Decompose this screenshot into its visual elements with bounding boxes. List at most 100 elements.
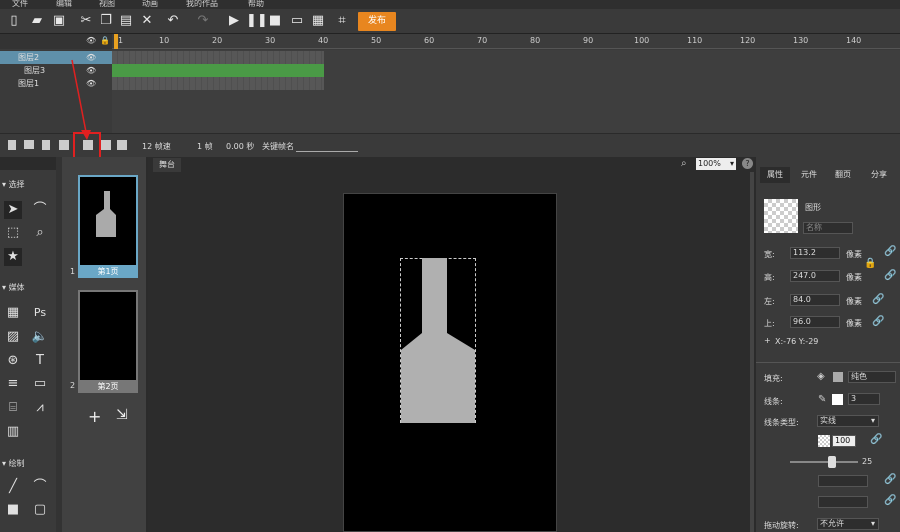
new-file-icon[interactable]: ▯ bbox=[6, 13, 22, 29]
media-section[interactable]: ▾ 媒体 bbox=[2, 282, 25, 293]
menu-view[interactable]: 视图 bbox=[99, 0, 115, 9]
link-icon[interactable]: 🔗 bbox=[872, 316, 884, 327]
delete-layer-icon[interactable] bbox=[42, 140, 50, 150]
copy-icon[interactable]: ❐ bbox=[98, 13, 114, 29]
panel-splitter[interactable] bbox=[56, 157, 62, 532]
arrow-select-icon[interactable]: ➤ bbox=[4, 201, 22, 219]
paragraph-icon[interactable]: ≡ bbox=[4, 375, 22, 393]
menu-file[interactable]: 文件 bbox=[12, 0, 28, 9]
publish-button[interactable]: 发布 bbox=[358, 12, 396, 31]
page-thumbnail-1[interactable] bbox=[78, 175, 138, 275]
code-icon[interactable]: ⌸ bbox=[4, 399, 22, 417]
stage-tab[interactable]: 舞台 bbox=[153, 158, 181, 172]
timeline-ruler[interactable]: 1 10 20 30 40 50 60 70 80 90 100 110 120… bbox=[112, 34, 900, 49]
stage-canvas[interactable] bbox=[343, 193, 557, 532]
fill-color-swatch[interactable] bbox=[833, 372, 843, 382]
grid-icon[interactable]: ▦ bbox=[4, 304, 22, 322]
photoshop-icon[interactable]: Ps bbox=[31, 304, 49, 322]
width-input[interactable]: 113.2 bbox=[790, 247, 840, 259]
link-icon[interactable]: 🔗 bbox=[884, 495, 896, 506]
tab-component[interactable]: 元件 bbox=[794, 167, 824, 183]
import-page-icon[interactable]: ⇲ bbox=[116, 407, 128, 423]
stroke-color-swatch[interactable] bbox=[832, 394, 843, 405]
height-input[interactable]: 247.0 bbox=[790, 270, 840, 282]
tab-properties[interactable]: 属性 bbox=[760, 167, 790, 183]
qrcode-icon[interactable]: ▦ bbox=[310, 13, 326, 29]
fill-type-select[interactable]: 纯色 bbox=[848, 371, 896, 383]
pause-icon[interactable]: ❚❚ bbox=[246, 13, 268, 29]
stage-scrollbar[interactable] bbox=[750, 172, 754, 532]
line-icon[interactable]: ╱ bbox=[4, 478, 22, 496]
add-page-icon[interactable]: + bbox=[88, 407, 101, 426]
link-icon[interactable]: 🔗 bbox=[884, 270, 896, 281]
tab-share[interactable]: 分享 bbox=[862, 167, 896, 183]
zoom-icon[interactable]: ⌕ bbox=[31, 224, 49, 242]
open-file-icon[interactable]: ▰ bbox=[29, 13, 45, 29]
rounded-rect-icon[interactable]: ▢ bbox=[31, 501, 49, 519]
menu-edit[interactable]: 编辑 bbox=[56, 0, 72, 9]
insert-frame-icon[interactable] bbox=[101, 140, 111, 150]
select-section[interactable]: ▾ 选择 bbox=[2, 179, 25, 190]
link-icon[interactable]: 🔗 bbox=[872, 294, 884, 305]
keyframe-name-input[interactable] bbox=[296, 151, 358, 152]
new-layer-icon[interactable] bbox=[8, 140, 16, 150]
undo-icon[interactable]: ↶ bbox=[165, 13, 181, 29]
slider-track[interactable] bbox=[790, 461, 858, 463]
play-icon[interactable]: ▶ bbox=[226, 13, 242, 29]
opacity-input[interactable]: 100 bbox=[832, 435, 856, 447]
text-icon[interactable]: T bbox=[31, 352, 49, 370]
zoom-select[interactable]: 100% ▾ bbox=[696, 158, 736, 170]
lock-ratio-icon[interactable]: 🔒 bbox=[864, 258, 876, 269]
link-icon[interactable]: 🔗 bbox=[884, 474, 896, 485]
save-icon[interactable]: ▣ bbox=[51, 13, 67, 29]
rotate-input[interactable] bbox=[818, 475, 868, 487]
transform-icon[interactable]: ⬚ bbox=[4, 224, 22, 242]
menu-animation[interactable]: 动画 bbox=[142, 0, 158, 9]
pencil-icon[interactable]: ✎ bbox=[818, 394, 826, 405]
stroke-type-select[interactable]: 实线 ▾ bbox=[817, 415, 879, 427]
cut-icon[interactable]: ✂ bbox=[78, 13, 94, 29]
lock-icon[interactable]: 🔒 bbox=[100, 36, 110, 45]
bottle-shape[interactable] bbox=[400, 258, 476, 423]
chevron-down-icon: ▾ bbox=[729, 159, 734, 168]
frames-layer3[interactable] bbox=[112, 64, 324, 77]
menu-help[interactable]: 帮助 bbox=[248, 0, 264, 9]
tab-page-flip[interactable]: 翻页 bbox=[828, 167, 858, 183]
preview-icon[interactable]: ▭ bbox=[289, 13, 305, 29]
stroke-width-input[interactable]: 3 bbox=[848, 393, 880, 405]
drag-rotate-select[interactable]: 不允许 ▾ bbox=[817, 518, 879, 530]
image-icon[interactable]: ▨ bbox=[4, 328, 22, 346]
lasso-icon[interactable]: ⌒ bbox=[31, 201, 49, 219]
chart-icon[interactable]: ⩘ bbox=[31, 399, 49, 417]
scale-input[interactable] bbox=[818, 496, 868, 508]
paint-bucket-icon[interactable]: ◈ bbox=[817, 371, 825, 382]
search-icon[interactable]: ⌕ bbox=[681, 158, 687, 169]
frames-layer1[interactable] bbox=[112, 77, 324, 90]
paste-icon[interactable]: ▤ bbox=[118, 13, 134, 29]
rectangle-icon[interactable]: ■ bbox=[4, 501, 22, 519]
left-input[interactable]: 84.0 bbox=[790, 294, 840, 306]
top-input[interactable]: 96.0 bbox=[790, 316, 840, 328]
export-icon[interactable]: ⌗ bbox=[334, 13, 350, 29]
link-icon[interactable]: 🔗 bbox=[884, 246, 896, 257]
new-folder-icon[interactable] bbox=[24, 140, 34, 149]
frames-layer2[interactable] bbox=[112, 51, 324, 64]
video-icon[interactable]: ⊛ bbox=[4, 352, 22, 370]
curve-icon[interactable]: ⌒ bbox=[31, 478, 49, 496]
remove-frame-icon[interactable] bbox=[117, 140, 127, 150]
page-thumbnail-2[interactable] bbox=[78, 290, 138, 390]
draw-section[interactable]: ▾ 绘制 bbox=[2, 458, 25, 469]
slider-thumb[interactable] bbox=[828, 456, 836, 468]
audio-icon[interactable]: 🔈 bbox=[31, 328, 49, 346]
delete-icon[interactable]: ✕ bbox=[139, 13, 155, 29]
barcode-icon[interactable]: ▥ bbox=[4, 423, 22, 441]
menu-my-works[interactable]: 我的作品 bbox=[186, 0, 218, 9]
help-icon[interactable]: ? bbox=[742, 158, 753, 169]
name-input[interactable]: 名称 bbox=[803, 222, 853, 234]
board-icon[interactable]: ▭ bbox=[31, 375, 49, 393]
link-icon[interactable]: 🔗 bbox=[870, 434, 882, 445]
eye-icon[interactable]: 👁 bbox=[86, 36, 96, 45]
stop-icon[interactable]: ■ bbox=[267, 13, 283, 29]
redo-icon[interactable]: ↷ bbox=[195, 13, 211, 29]
star-shape-icon[interactable]: ★ bbox=[4, 248, 22, 266]
